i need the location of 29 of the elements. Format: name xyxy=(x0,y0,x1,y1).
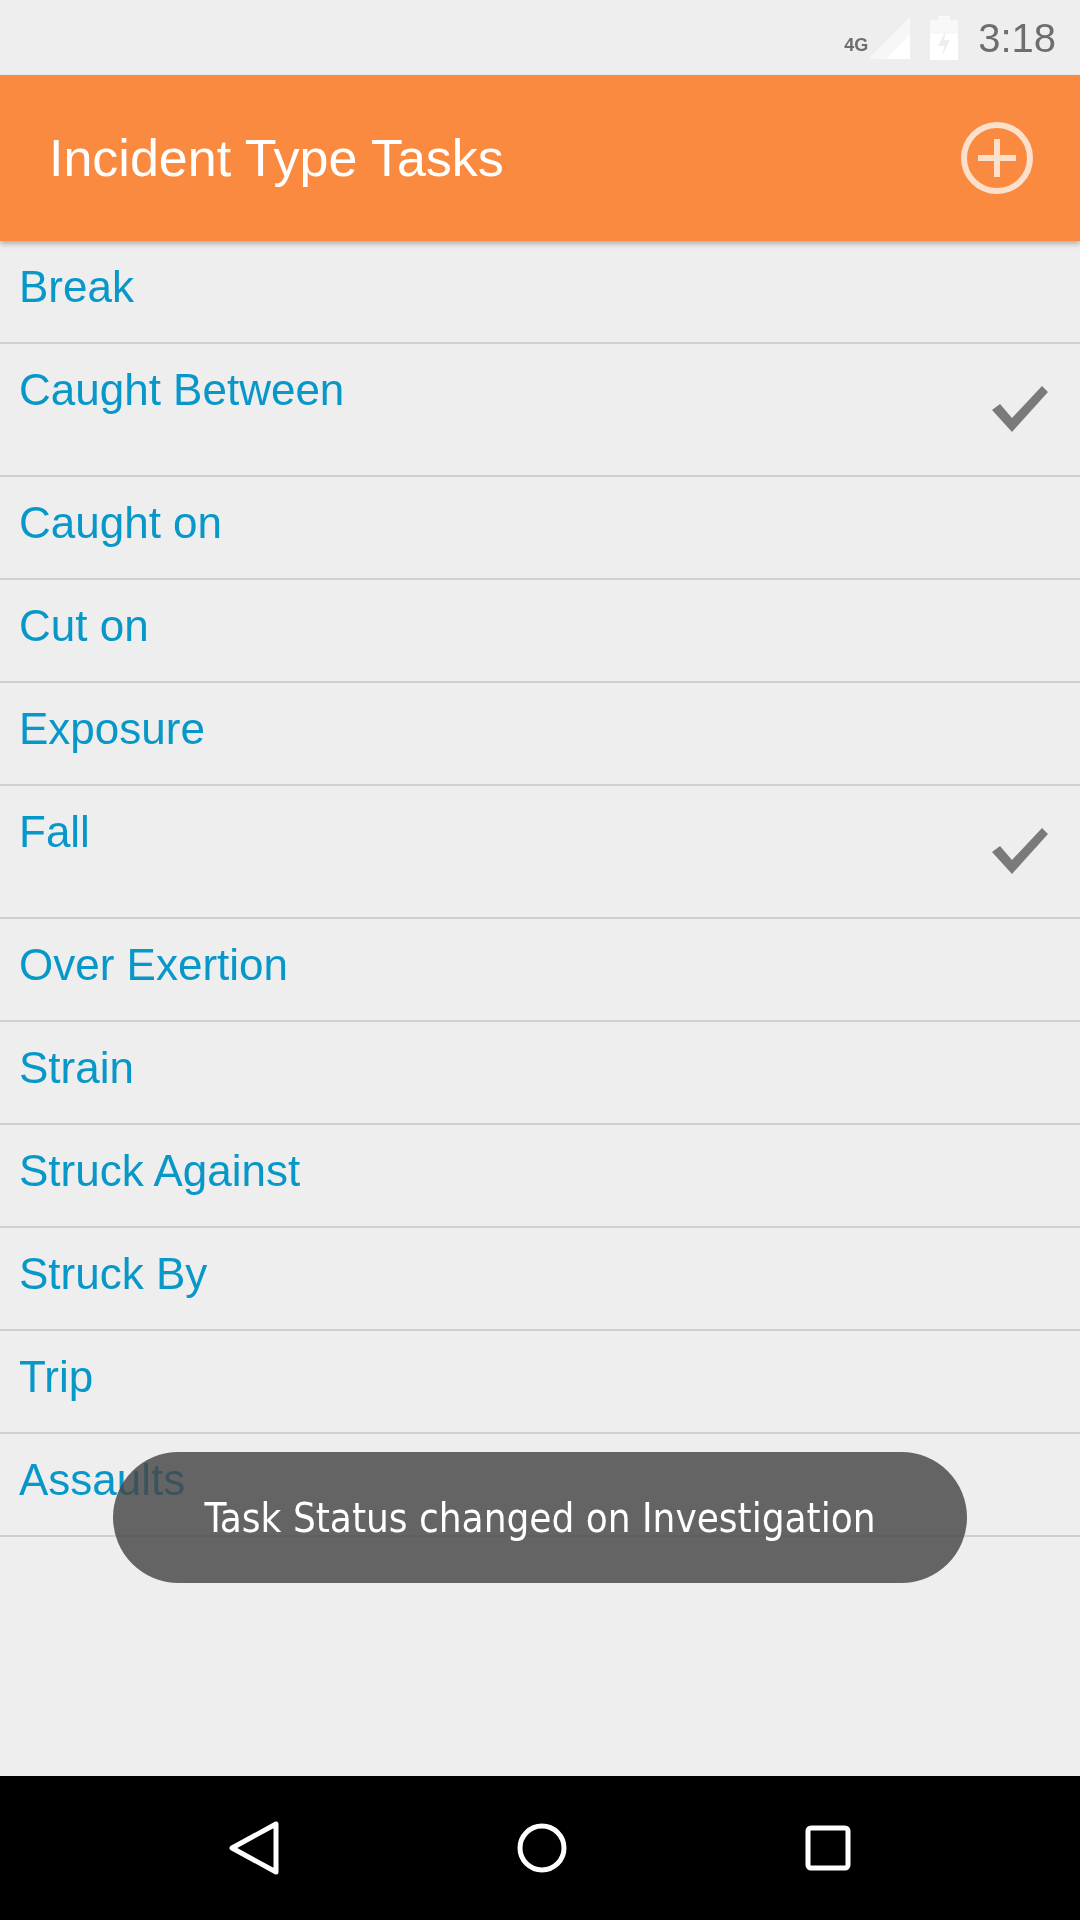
task-row[interactable]: Exposure xyxy=(0,683,1080,786)
task-row[interactable]: Fall xyxy=(0,786,1080,919)
task-row[interactable]: Trip xyxy=(0,1331,1080,1434)
task-row[interactable]: Struck By xyxy=(0,1228,1080,1331)
network-label: 4G xyxy=(844,33,869,57)
back-button[interactable] xyxy=(228,1820,280,1876)
task-row[interactable]: Caught on xyxy=(0,477,1080,580)
task-label: Strain xyxy=(19,1042,134,1094)
task-row[interactable]: Struck Against xyxy=(0,1125,1080,1228)
recents-button[interactable] xyxy=(804,1824,852,1872)
task-row[interactable]: Over Exertion xyxy=(0,919,1080,1022)
task-row[interactable]: Caught Between xyxy=(0,344,1080,477)
clock-time: 3:18 xyxy=(978,14,1056,62)
screen-title: Incident Type Tasks xyxy=(49,127,504,189)
task-label: Break xyxy=(19,261,134,313)
task-row[interactable]: Cut on xyxy=(0,580,1080,683)
task-label: Struck Against xyxy=(19,1145,301,1197)
task-label: Fall xyxy=(19,806,90,858)
task-label: Over Exertion xyxy=(19,939,288,991)
task-label: Caught on xyxy=(19,497,223,549)
task-label: Cut on xyxy=(19,600,149,652)
task-row[interactable]: Break xyxy=(0,241,1080,344)
toast-message: Task Status changed on Investigation xyxy=(204,1493,876,1543)
home-button[interactable] xyxy=(516,1822,568,1874)
task-label: Trip xyxy=(19,1351,94,1403)
task-label: Exposure xyxy=(19,703,205,755)
task-label: Caught Between xyxy=(19,364,345,416)
task-row[interactable]: Strain xyxy=(0,1022,1080,1125)
task-label: Struck By xyxy=(19,1248,208,1300)
